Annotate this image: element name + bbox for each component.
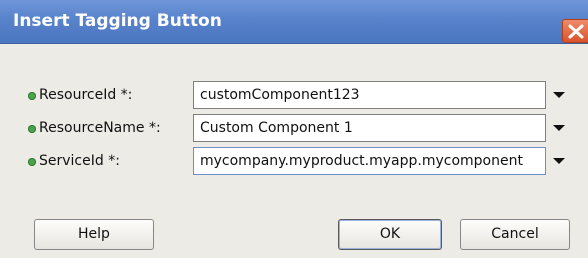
service-id-label: ServiceId *: <box>39 153 120 169</box>
resource-name-label: ResourceName *: <box>39 120 161 136</box>
insert-tagging-button-dialog: Insert Tagging Button ResourceId *: cust… <box>0 0 588 258</box>
required-bullet-icon <box>28 92 36 100</box>
close-button[interactable] <box>562 19 588 43</box>
resource-name-row: ResourceName *: Custom Component 1 <box>0 114 588 144</box>
title-bar[interactable]: Insert Tagging Button <box>0 0 588 44</box>
ok-button-label: OK <box>379 226 401 242</box>
service-id-input[interactable]: mycompany.myproduct.myapp.mycomponent <box>193 147 546 175</box>
resource-id-dropdown-icon[interactable] <box>552 90 566 100</box>
help-button-label: Help <box>78 226 110 242</box>
resource-name-dropdown-icon[interactable] <box>552 123 566 133</box>
resource-name-input[interactable]: Custom Component 1 <box>193 114 546 142</box>
resource-id-row: ResourceId *: customComponent123 <box>0 81 588 111</box>
ok-button[interactable]: OK <box>338 219 442 250</box>
service-id-dropdown-icon[interactable] <box>552 156 566 166</box>
dialog-title: Insert Tagging Button <box>13 11 222 31</box>
cancel-button-label: Cancel <box>491 226 539 242</box>
close-icon <box>568 24 584 39</box>
help-button[interactable]: Help <box>34 219 154 250</box>
resource-id-input[interactable]: customComponent123 <box>193 81 546 109</box>
required-bullet-icon <box>28 158 36 166</box>
service-id-row: ServiceId *: mycompany.myproduct.myapp.m… <box>0 147 588 177</box>
required-bullet-icon <box>28 125 36 133</box>
cancel-button[interactable]: Cancel <box>460 219 570 250</box>
resource-id-label: ResourceId *: <box>39 87 133 103</box>
